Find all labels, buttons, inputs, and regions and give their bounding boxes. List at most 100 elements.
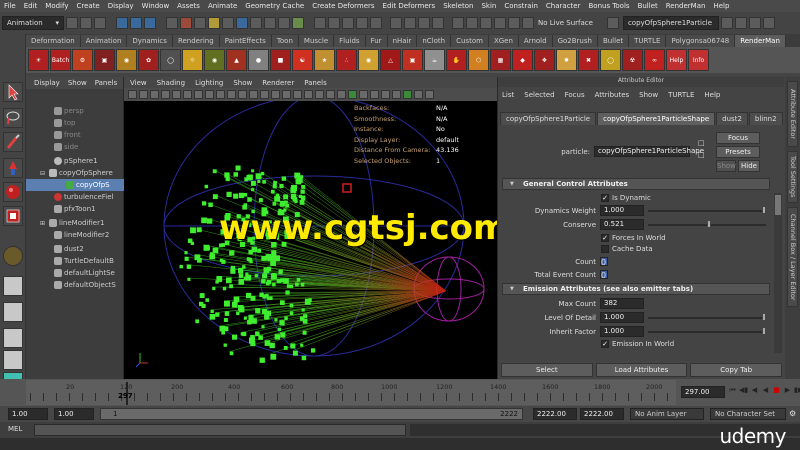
ae-tab-shape[interactable]: copyOfpSphere1ParticleShape: [597, 112, 716, 125]
resolution-gate-icon[interactable]: [194, 90, 203, 99]
mask-curves-icon[interactable]: [208, 17, 220, 29]
outliner-menu-show[interactable]: Show: [68, 79, 87, 87]
mask-icon[interactable]: [166, 17, 178, 29]
menu-skin[interactable]: Skin: [477, 2, 500, 10]
outliner-item-defaultobjectset[interactable]: defaultObjectS: [26, 279, 124, 291]
select-camera-icon[interactable]: [414, 90, 423, 99]
camera-select-icon[interactable]: [128, 90, 137, 99]
outliner-item-copyofpsphere[interactable]: ⊟ copyOfpSphere: [26, 167, 124, 179]
renderman-hair-icon[interactable]: ☯: [292, 49, 313, 71]
level-of-detail-slider[interactable]: [648, 317, 766, 319]
character-set-dropdown[interactable]: No Character Set: [710, 408, 786, 420]
attribute-editor-toggle-icon[interactable]: [734, 17, 747, 29]
renderman-area-light-icon[interactable]: ◉: [204, 49, 225, 71]
renderman-bulb-icon[interactable]: ◉: [358, 49, 379, 71]
construction-history-icon[interactable]: [432, 17, 444, 29]
viewport-menu-renderer[interactable]: Renderer: [262, 79, 294, 87]
renderman-hex-icon[interactable]: ⬡: [468, 49, 489, 71]
outliner-item-turbulence[interactable]: turbulenceFiel: [26, 191, 124, 203]
menu-file[interactable]: File: [0, 2, 20, 10]
outliner-item-defaultlightset[interactable]: defaultLightSe: [26, 267, 124, 279]
playback-end-field[interactable]: 2222.00: [533, 408, 577, 420]
renderman-light-icon[interactable]: ✿: [138, 49, 159, 71]
menu-create[interactable]: Create: [72, 2, 103, 10]
menu-animate[interactable]: Animate: [204, 2, 241, 10]
emission-section[interactable]: Emission Attributes (see also emitter ta…: [502, 283, 770, 295]
menu-renderman[interactable]: RenderMan: [662, 2, 710, 10]
playback-start-field[interactable]: 1.00: [54, 408, 94, 420]
save-scene-icon[interactable]: [94, 17, 106, 29]
motion-blur-icon[interactable]: [370, 90, 379, 99]
anim-layer-dropdown[interactable]: No Anim Layer: [630, 408, 704, 420]
renderman-fur-icon[interactable]: ☢: [622, 49, 643, 71]
load-attributes-button[interactable]: Load Attributes: [595, 363, 688, 377]
dynamics-weight-knob[interactable]: [762, 206, 766, 214]
renderman-volume-icon[interactable]: △: [380, 49, 401, 71]
renderman-render-icon[interactable]: ☀: [28, 49, 49, 71]
shelf-tab-muscle[interactable]: Muscle: [298, 35, 335, 47]
select-tool-icon[interactable]: [3, 82, 23, 102]
ae-menu-show[interactable]: Show: [639, 91, 658, 99]
menu-help[interactable]: Help: [709, 2, 733, 10]
hypershade-icon[interactable]: [508, 17, 520, 29]
renderman-grid-icon[interactable]: ▦: [490, 49, 511, 71]
viewport-menu-lighting[interactable]: Lighting: [195, 79, 223, 87]
input-field-mode-icon[interactable]: [606, 17, 619, 29]
side-tab-channel-box[interactable]: Channel Box / Layer Editor: [787, 207, 798, 307]
level-of-detail-knob[interactable]: [762, 313, 766, 321]
shelf-tab-go2brush[interactable]: Go2Brush: [552, 35, 598, 47]
side-tab-tool-settings[interactable]: Tool Settings: [787, 151, 798, 203]
outliner-item-linemodifier1[interactable]: ⊞ lineModifier1: [26, 217, 124, 229]
shelf-tab-bullet[interactable]: Bullet: [597, 35, 630, 47]
ambient-occlusion-icon[interactable]: [359, 90, 368, 99]
renderman-sss-icon[interactable]: ✹: [556, 49, 577, 71]
snap-point-icon[interactable]: [342, 17, 354, 29]
inherit-factor-slider[interactable]: [648, 331, 766, 333]
menu-display[interactable]: Display: [104, 2, 138, 10]
level-of-detail-field[interactable]: 1.000: [600, 312, 644, 323]
ae-menu-list[interactable]: List: [502, 91, 514, 99]
step-back-icon[interactable]: ◀▮: [739, 385, 748, 396]
output-list-icon[interactable]: [418, 17, 430, 29]
move-tool-icon[interactable]: [3, 158, 23, 178]
ae-scrollbar[interactable]: [774, 193, 782, 353]
node-name-field[interactable]: copyOfpSphere1ParticleShape: [594, 146, 704, 157]
outliner-item-linemodifier2[interactable]: lineModifier2: [26, 229, 124, 241]
live-surface-icon[interactable]: [522, 17, 534, 29]
outliner-menu-panels[interactable]: Panels: [95, 79, 118, 87]
dynamics-weight-field[interactable]: 1.000: [600, 205, 644, 216]
renderman-eye-icon[interactable]: ◉: [116, 49, 137, 71]
mask-joints-icon[interactable]: [194, 17, 206, 29]
safe-action-icon[interactable]: [227, 90, 236, 99]
menu-bonus-tools[interactable]: Bonus Tools: [584, 2, 633, 10]
tool-settings-toggle-icon[interactable]: [748, 17, 761, 29]
layout-two-icon[interactable]: [3, 328, 23, 348]
renderman-help-icon[interactable]: Help: [666, 49, 687, 71]
depth-of-field-icon[interactable]: [392, 90, 401, 99]
animation-start-field[interactable]: 1.00: [8, 408, 48, 420]
shelf-tab-polygons[interactable]: Polygonsa06748: [666, 35, 736, 47]
shelf-tab-dynamics[interactable]: Dynamics: [127, 35, 173, 47]
xray-icon[interactable]: [315, 90, 324, 99]
rotate-tool-icon[interactable]: [3, 182, 23, 202]
history-icon[interactable]: [390, 17, 402, 29]
scale-tool-icon[interactable]: [3, 206, 23, 226]
menu-window[interactable]: Window: [138, 2, 174, 10]
menu-bullet[interactable]: Bullet: [634, 2, 662, 10]
shadows-icon[interactable]: [304, 90, 313, 99]
layout-outliner-icon[interactable]: [3, 350, 23, 370]
two-sided-lighting-icon[interactable]: [425, 90, 434, 99]
safe-title-icon[interactable]: [238, 90, 247, 99]
forces-in-world-checkbox[interactable]: ✓: [601, 234, 609, 242]
general-control-section[interactable]: General Control Attributes: [502, 178, 770, 190]
animation-end-field[interactable]: 2222.00: [580, 408, 624, 420]
menu-character[interactable]: Character: [542, 2, 585, 10]
renderman-info-icon[interactable]: Info: [688, 49, 709, 71]
menu-modify[interactable]: Modify: [41, 2, 72, 10]
renderman-env-light-icon[interactable]: ◯: [160, 49, 181, 71]
inherit-factor-knob[interactable]: [762, 327, 766, 335]
hide-button[interactable]: Hide: [738, 160, 760, 172]
gate-mask-icon[interactable]: [205, 90, 214, 99]
select-object-icon[interactable]: [130, 17, 142, 29]
anti-alias-icon[interactable]: [381, 90, 390, 99]
